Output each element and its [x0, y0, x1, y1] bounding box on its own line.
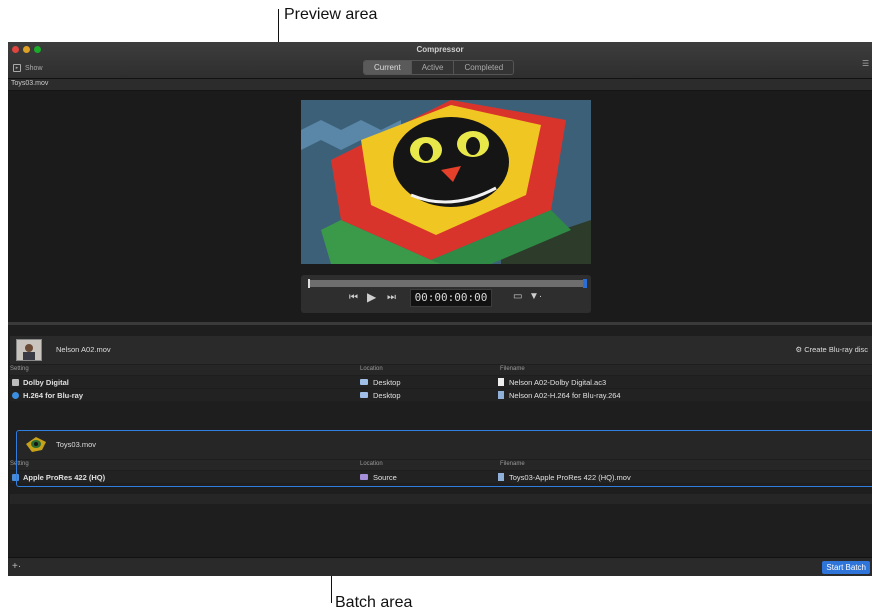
- filename-cell[interactable]: Nelson A02-Dolby Digital.ac3: [498, 378, 606, 387]
- compressor-window: Compressor ▸ Show Current Active Complet…: [8, 42, 872, 576]
- window-title: Compressor: [416, 45, 464, 54]
- setting-cell: H.264 for Blu-ray: [12, 391, 83, 400]
- show-label: Show: [25, 64, 43, 72]
- timeline-scrubber[interactable]: [308, 279, 587, 288]
- show-button[interactable]: ▸ Show: [13, 64, 43, 72]
- location-cell[interactable]: Desktop: [360, 391, 401, 400]
- create-bluray-label: Create Blu-ray disc: [804, 345, 868, 354]
- document-icon: [498, 378, 504, 386]
- video-preview-image: [301, 100, 591, 264]
- location-value: Desktop: [373, 378, 401, 387]
- output-row[interactable]: H.264 for Blu-ray Desktop Nelson A02-H.2…: [10, 389, 872, 401]
- folder-icon: [360, 379, 368, 385]
- create-bluray-button[interactable]: ⚙ Create Blu-ray disc: [795, 345, 868, 354]
- selected-job-outline: [16, 430, 872, 487]
- tab-completed[interactable]: Completed: [454, 61, 514, 74]
- toy-box-picture: [301, 100, 591, 264]
- job-name: Nelson A02.mov: [56, 345, 111, 354]
- tab-current[interactable]: Current: [364, 61, 412, 74]
- tab-active[interactable]: Active: [411, 61, 455, 74]
- column-headers: [10, 494, 872, 504]
- go-to-start-button[interactable]: ⏮: [349, 292, 358, 303]
- filename-value: Nelson A02-Dolby Digital.ac3: [509, 378, 607, 387]
- filename-value: Nelson A02-H.264 for Blu-ray.264: [509, 391, 621, 400]
- inspector-icon: ☰: [862, 59, 870, 68]
- job-thumbnail: [16, 339, 42, 361]
- batch-area-callout: Batch area: [335, 594, 413, 611]
- job-header[interactable]: Nelson A02.mov ⚙ Create Blu-ray disc: [10, 336, 872, 364]
- setting-name: Dolby Digital: [23, 378, 69, 387]
- gear-icon: ⚙: [795, 345, 803, 354]
- batch-footer: +· Start Batch: [8, 557, 872, 576]
- location-column-header[interactable]: Location: [360, 366, 383, 372]
- preview-area: ⏮ ▶ ⏭ 00:00:00:00 ▭ ▼·: [8, 91, 872, 322]
- marker-menu-button[interactable]: ▼·: [529, 291, 542, 302]
- setting-name: H.264 for Blu-ray: [23, 391, 84, 400]
- location-value: Desktop: [373, 391, 401, 400]
- title-bar: Compressor ▸ Show Current Active Complet…: [8, 42, 872, 79]
- location-cell[interactable]: Desktop: [360, 378, 401, 387]
- preview-file-bar: Toys03.mov: [8, 79, 872, 91]
- folder-icon: [360, 392, 368, 398]
- preview-area-callout: Preview area: [284, 6, 378, 23]
- start-batch-button[interactable]: Start Batch: [822, 561, 870, 574]
- column-headers: Setting Location Filename: [10, 365, 872, 375]
- plus-icon: +·: [12, 561, 22, 572]
- display-mode-button[interactable]: ▭: [513, 291, 522, 302]
- setting-cell: Dolby Digital: [12, 378, 69, 387]
- dolby-icon: [12, 379, 19, 386]
- timecode-display: 00:00:00:00: [410, 289, 492, 307]
- preview-file-name: Toys03.mov: [11, 80, 49, 87]
- go-to-end-button[interactable]: ⏭: [387, 292, 396, 303]
- in-point-marker[interactable]: [308, 279, 310, 288]
- out-point-marker[interactable]: [583, 279, 587, 288]
- filename-cell[interactable]: Nelson A02-H.264 for Blu-ray.264: [498, 391, 621, 400]
- output-row[interactable]: Dolby Digital Desktop Nelson A02-Dolby D…: [10, 376, 872, 388]
- setting-column-header[interactable]: Setting: [10, 366, 29, 372]
- sidebar-toggle-icon: ▸: [13, 64, 21, 72]
- view-switcher: Current Active Completed: [363, 60, 515, 75]
- inspector-button[interactable]: ☰: [862, 59, 870, 69]
- nelson-thumbnail-picture: [17, 340, 41, 360]
- filename-column-header[interactable]: Filename: [500, 366, 525, 372]
- h264-icon: [12, 392, 19, 399]
- play-button[interactable]: ▶: [367, 290, 376, 304]
- video-file-icon: [498, 391, 504, 399]
- add-button[interactable]: +·: [12, 561, 21, 572]
- playback-controls: ⏮ ▶ ⏭ 00:00:00:00 ▭ ▼·: [301, 275, 591, 313]
